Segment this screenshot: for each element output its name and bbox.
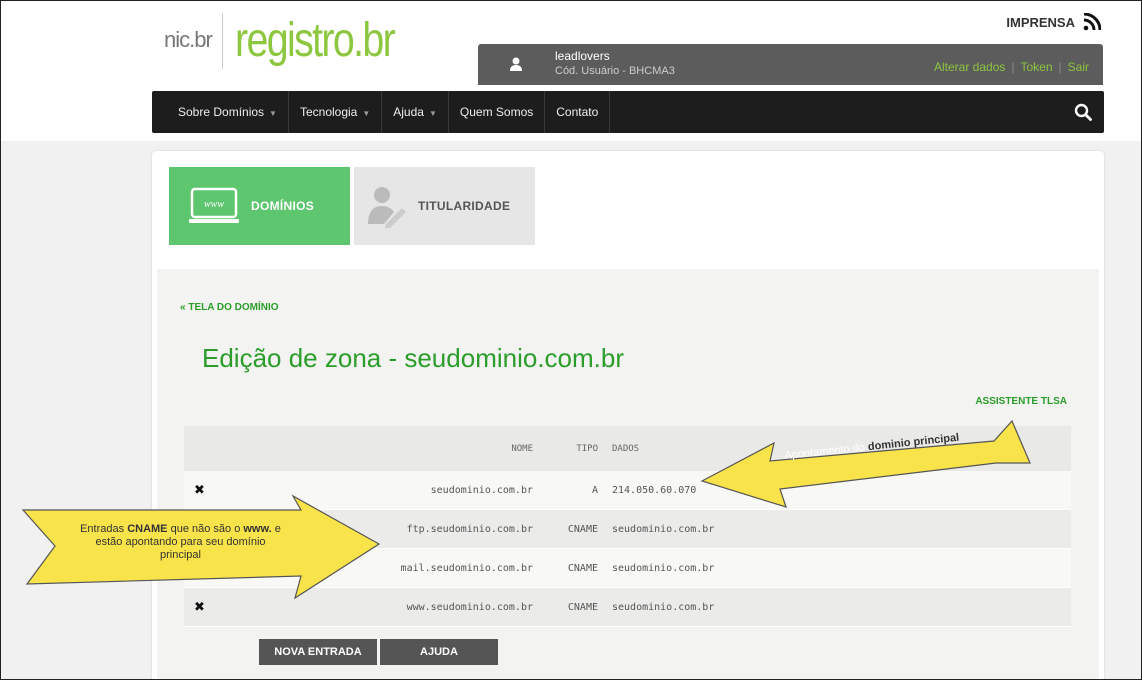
token-link[interactable]: Token xyxy=(1021,60,1053,74)
nav-tecnologia[interactable]: Tecnologia ▼ xyxy=(289,91,383,133)
callout-left-text: Entradas CNAME que não são o www. e estã… xyxy=(63,523,298,562)
logo-divider xyxy=(221,13,223,69)
cell-dados: seudominio.com.br xyxy=(612,601,715,613)
nav-contato[interactable]: Contato xyxy=(545,91,611,133)
search-icon[interactable] xyxy=(1074,103,1092,121)
assistente-tlsa-link[interactable]: ASSISTENTE TLSA xyxy=(975,396,1067,407)
callout-left-g: principal xyxy=(160,549,201,561)
link-separator: | xyxy=(1058,60,1062,74)
cell-nome: ftp.seudominio.com.br xyxy=(406,523,533,535)
link-separator: | xyxy=(1011,60,1015,74)
header: nic.br registro.br IMPRENSA leadlovers C… xyxy=(1,1,1141,141)
cell-tipo: CNAME xyxy=(567,523,598,535)
nav-label: Quem Somos xyxy=(459,105,534,119)
caret-down-icon: ▼ xyxy=(428,109,437,118)
user-name: leadlovers xyxy=(555,49,610,63)
nav-label: Tecnologia xyxy=(299,105,358,119)
callout-left-e: e xyxy=(271,523,281,535)
user-links: Alterar dados | Token | Sair xyxy=(934,60,1089,74)
alterar-dados-link[interactable]: Alterar dados xyxy=(934,60,1005,74)
tab-dominios-label: DOMÍNIOS xyxy=(251,199,315,213)
page-title: Edição de zona - seudominio.com.br xyxy=(202,343,625,373)
back-to-domain-link[interactable]: « TELA DO DOMÍNIO xyxy=(180,302,279,313)
nav-sobre-dominios[interactable]: Sobre Domínios ▼ xyxy=(152,91,289,133)
caret-down-icon: ▼ xyxy=(269,109,277,118)
sair-link[interactable]: Sair xyxy=(1068,60,1089,74)
tab-titularidade-label: TITULARIDADE xyxy=(418,199,511,213)
callout-left-c: que não são o xyxy=(167,523,244,535)
callout-left-a: Entradas xyxy=(80,523,128,535)
nav-quem-somos[interactable]: Quem Somos xyxy=(449,91,546,133)
callout-arrow-right xyxy=(700,419,1031,508)
logo[interactable]: nic.br registro.br xyxy=(164,13,429,77)
www-monitor-icon: www xyxy=(189,187,239,223)
col-dados: DADOS xyxy=(612,443,640,454)
cell-nome: www.seudominio.com.br xyxy=(406,601,533,613)
nav-label: Contato xyxy=(556,105,599,119)
nav-ajuda[interactable]: Ajuda ▼ xyxy=(382,91,449,133)
nav-label: Sobre Domínios xyxy=(178,105,265,119)
www-icon-text: www xyxy=(204,199,224,210)
cell-dados: 214.050.60.070 xyxy=(612,484,697,496)
cell-tipo: CNAME xyxy=(567,562,598,574)
callout-left-f: estão apontando para seu domínio xyxy=(95,536,266,548)
user-code: Cód. Usuário - BHCMA3 xyxy=(555,65,675,77)
user-icon xyxy=(510,57,522,71)
cell-dados: seudominio.com.br xyxy=(612,523,715,535)
nova-entrada-button[interactable]: NOVA ENTRADA xyxy=(259,639,377,665)
user-edit-icon xyxy=(368,187,406,228)
cell-nome: seudominio.com.br xyxy=(430,484,533,496)
ajuda-button[interactable]: AJUDA xyxy=(380,639,498,665)
main-nav: Sobre Domínios ▼ Tecnologia ▼ Ajuda ▼ Quem … xyxy=(152,91,1104,133)
callout-left-d: www. xyxy=(243,523,272,535)
logo-registro: registro.br xyxy=(234,14,396,67)
cell-tipo: A xyxy=(591,484,598,496)
imprensa-link[interactable]: IMPRENSA xyxy=(1006,13,1101,31)
cell-tipo: CNAME xyxy=(567,601,598,613)
callout-left-b: CNAME xyxy=(127,523,168,535)
rss-icon xyxy=(1083,13,1101,31)
cell-dados: seudominio.com.br xyxy=(612,562,715,574)
cell-nome: mail.seudominio.com.br xyxy=(400,562,533,574)
user-bar: leadlovers Cód. Usuário - BHCMA3 Alterar… xyxy=(478,44,1103,85)
page-frame: nic.br registro.br IMPRENSA leadlovers C… xyxy=(0,0,1142,680)
tab-dominios[interactable]: www DOMÍNIOS xyxy=(169,167,350,245)
imprensa-label: IMPRENSA xyxy=(1006,14,1075,30)
col-nome: NOME xyxy=(511,443,533,454)
caret-down-icon: ▼ xyxy=(362,109,371,118)
col-tipo: TIPO xyxy=(576,443,598,454)
logo-nic: nic.br xyxy=(164,27,213,52)
nav-label: Ajuda xyxy=(393,105,424,119)
tab-titularidade[interactable]: TITULARIDADE xyxy=(354,167,535,245)
